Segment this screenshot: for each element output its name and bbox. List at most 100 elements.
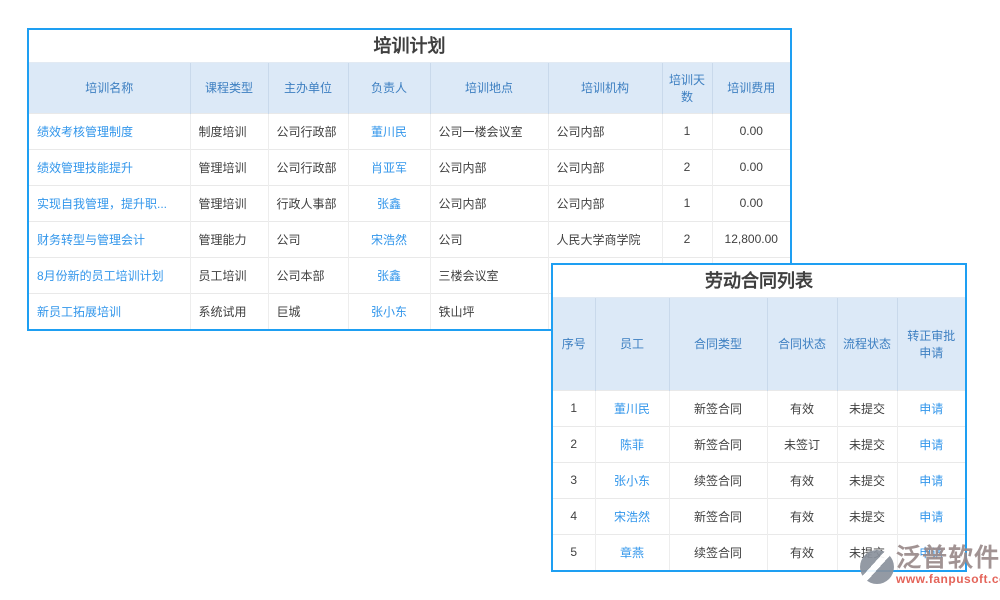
col-header-days: 培训天数 xyxy=(662,63,712,113)
training-header-row: 培训名称 课程类型 主办单位 负责人 培训地点 培训机构 培训天数 培训费用 xyxy=(29,63,790,113)
col-header-training-name: 培训名称 xyxy=(29,63,190,113)
col-header-person: 负责人 xyxy=(348,63,430,113)
labor-contracts-panel: 劳动合同列表 序号 员工 合同类型 合同状态 流程状态 转正审批申请 1 xyxy=(551,263,967,572)
no-cell: 4 xyxy=(553,498,595,534)
col-header-process-status: 流程状态 xyxy=(837,298,897,390)
host-unit-cell: 公司 xyxy=(268,221,348,257)
col-header-host-unit: 主办单位 xyxy=(268,63,348,113)
employee-link[interactable]: 章燕 xyxy=(595,534,669,570)
col-header-apply: 转正审批申请 xyxy=(897,298,965,390)
no-cell: 5 xyxy=(553,534,595,570)
fee-cell: 12,800.00 xyxy=(712,221,790,257)
fee-cell: 0.00 xyxy=(712,185,790,221)
table-row: 1 董川民 新签合同 有效 未提交 申请 xyxy=(553,390,965,426)
training-name-link[interactable]: 新员工拓展培训 xyxy=(29,293,190,329)
contract-type-cell: 续签合同 xyxy=(669,462,767,498)
col-header-contract-type: 合同类型 xyxy=(669,298,767,390)
training-plan-title: 培训计划 xyxy=(29,30,790,63)
location-cell: 公司内部 xyxy=(430,149,548,185)
contracts-header-row: 序号 员工 合同类型 合同状态 流程状态 转正审批申请 xyxy=(553,298,965,390)
apply-link[interactable]: 申请 xyxy=(897,426,965,462)
employee-link[interactable]: 董川民 xyxy=(595,390,669,426)
person-link[interactable]: 张鑫 xyxy=(348,185,430,221)
contract-type-cell: 新签合同 xyxy=(669,390,767,426)
labor-contracts-table: 序号 员工 合同类型 合同状态 流程状态 转正审批申请 1 董川民 新签合同 有… xyxy=(553,298,965,570)
page: 培训计划 培训名称 课程类型 主办单位 负责人 培训地点 培训机构 培训天数 培… xyxy=(0,0,1000,600)
contract-status-cell: 有效 xyxy=(767,390,837,426)
person-link[interactable]: 董川民 xyxy=(348,113,430,149)
host-unit-cell: 巨城 xyxy=(268,293,348,329)
person-link[interactable]: 张小东 xyxy=(348,293,430,329)
location-cell: 三楼会议室 xyxy=(430,257,548,293)
contract-status-cell: 未签订 xyxy=(767,426,837,462)
course-type-cell: 管理培训 xyxy=(190,185,268,221)
process-status-cell: 未提交 xyxy=(837,390,897,426)
fanpu-watermark: 泛普软件 www.fanpusoft.com xyxy=(860,546,1000,585)
col-header-no: 序号 xyxy=(553,298,595,390)
process-status-cell: 未提交 xyxy=(837,498,897,534)
process-status-cell: 未提交 xyxy=(837,462,897,498)
course-type-cell: 系统试用 xyxy=(190,293,268,329)
no-cell: 2 xyxy=(553,426,595,462)
location-cell: 铁山坪 xyxy=(430,293,548,329)
brand-url: www.fanpusoft.com xyxy=(896,573,1000,585)
location-cell: 公司 xyxy=(430,221,548,257)
host-unit-cell: 行政人事部 xyxy=(268,185,348,221)
table-row: 3 张小东 续签合同 有效 未提交 申请 xyxy=(553,462,965,498)
table-row: 绩效考核管理制度 制度培训 公司行政部 董川民 公司一楼会议室 公司内部 1 0… xyxy=(29,113,790,149)
institution-cell: 公司内部 xyxy=(548,113,662,149)
days-cell: 2 xyxy=(662,221,712,257)
employee-link[interactable]: 陈菲 xyxy=(595,426,669,462)
course-type-cell: 管理培训 xyxy=(190,149,268,185)
course-type-cell: 员工培训 xyxy=(190,257,268,293)
institution-cell: 公司内部 xyxy=(548,149,662,185)
col-header-institution: 培训机构 xyxy=(548,63,662,113)
training-name-link[interactable]: 绩效考核管理制度 xyxy=(29,113,190,149)
table-row: 2 陈菲 新签合同 未签订 未提交 申请 xyxy=(553,426,965,462)
days-cell: 2 xyxy=(662,149,712,185)
col-header-location: 培训地点 xyxy=(430,63,548,113)
training-name-link[interactable]: 实现自我管理，提升职... xyxy=(29,185,190,221)
location-cell: 公司一楼会议室 xyxy=(430,113,548,149)
institution-cell: 人民大学商学院 xyxy=(548,221,662,257)
table-row: 实现自我管理，提升职... 管理培训 行政人事部 张鑫 公司内部 公司内部 1 … xyxy=(29,185,790,221)
training-name-link[interactable]: 绩效管理技能提升 xyxy=(29,149,190,185)
brand-name: 泛普软件 xyxy=(896,546,1000,571)
course-type-cell: 管理能力 xyxy=(190,221,268,257)
person-link[interactable]: 肖亚军 xyxy=(348,149,430,185)
days-cell: 1 xyxy=(662,185,712,221)
table-row: 绩效管理技能提升 管理培训 公司行政部 肖亚军 公司内部 公司内部 2 0.00 xyxy=(29,149,790,185)
col-header-employee: 员工 xyxy=(595,298,669,390)
training-name-link[interactable]: 财务转型与管理会计 xyxy=(29,221,190,257)
no-cell: 3 xyxy=(553,462,595,498)
institution-cell: 公司内部 xyxy=(548,185,662,221)
employee-link[interactable]: 宋浩然 xyxy=(595,498,669,534)
apply-link[interactable]: 申请 xyxy=(897,498,965,534)
fee-cell: 0.00 xyxy=(712,113,790,149)
host-unit-cell: 公司行政部 xyxy=(268,149,348,185)
table-row: 财务转型与管理会计 管理能力 公司 宋浩然 公司 人民大学商学院 2 12,80… xyxy=(29,221,790,257)
contract-type-cell: 续签合同 xyxy=(669,534,767,570)
labor-contracts-title: 劳动合同列表 xyxy=(553,265,965,298)
host-unit-cell: 公司行政部 xyxy=(268,113,348,149)
days-cell: 1 xyxy=(662,113,712,149)
apply-link[interactable]: 申请 xyxy=(897,462,965,498)
employee-link[interactable]: 张小东 xyxy=(595,462,669,498)
contract-type-cell: 新签合同 xyxy=(669,498,767,534)
col-header-contract-status: 合同状态 xyxy=(767,298,837,390)
location-cell: 公司内部 xyxy=(430,185,548,221)
course-type-cell: 制度培训 xyxy=(190,113,268,149)
contract-status-cell: 有效 xyxy=(767,498,837,534)
contract-status-cell: 有效 xyxy=(767,462,837,498)
fanpu-logo-icon xyxy=(860,550,894,584)
contract-type-cell: 新签合同 xyxy=(669,426,767,462)
col-header-fee: 培训费用 xyxy=(712,63,790,113)
training-name-link[interactable]: 8月份新的员工培训计划 xyxy=(29,257,190,293)
col-header-course-type: 课程类型 xyxy=(190,63,268,113)
person-link[interactable]: 宋浩然 xyxy=(348,221,430,257)
apply-link[interactable]: 申请 xyxy=(897,390,965,426)
contract-status-cell: 有效 xyxy=(767,534,837,570)
host-unit-cell: 公司本部 xyxy=(268,257,348,293)
table-row: 4 宋浩然 新签合同 有效 未提交 申请 xyxy=(553,498,965,534)
person-link[interactable]: 张鑫 xyxy=(348,257,430,293)
